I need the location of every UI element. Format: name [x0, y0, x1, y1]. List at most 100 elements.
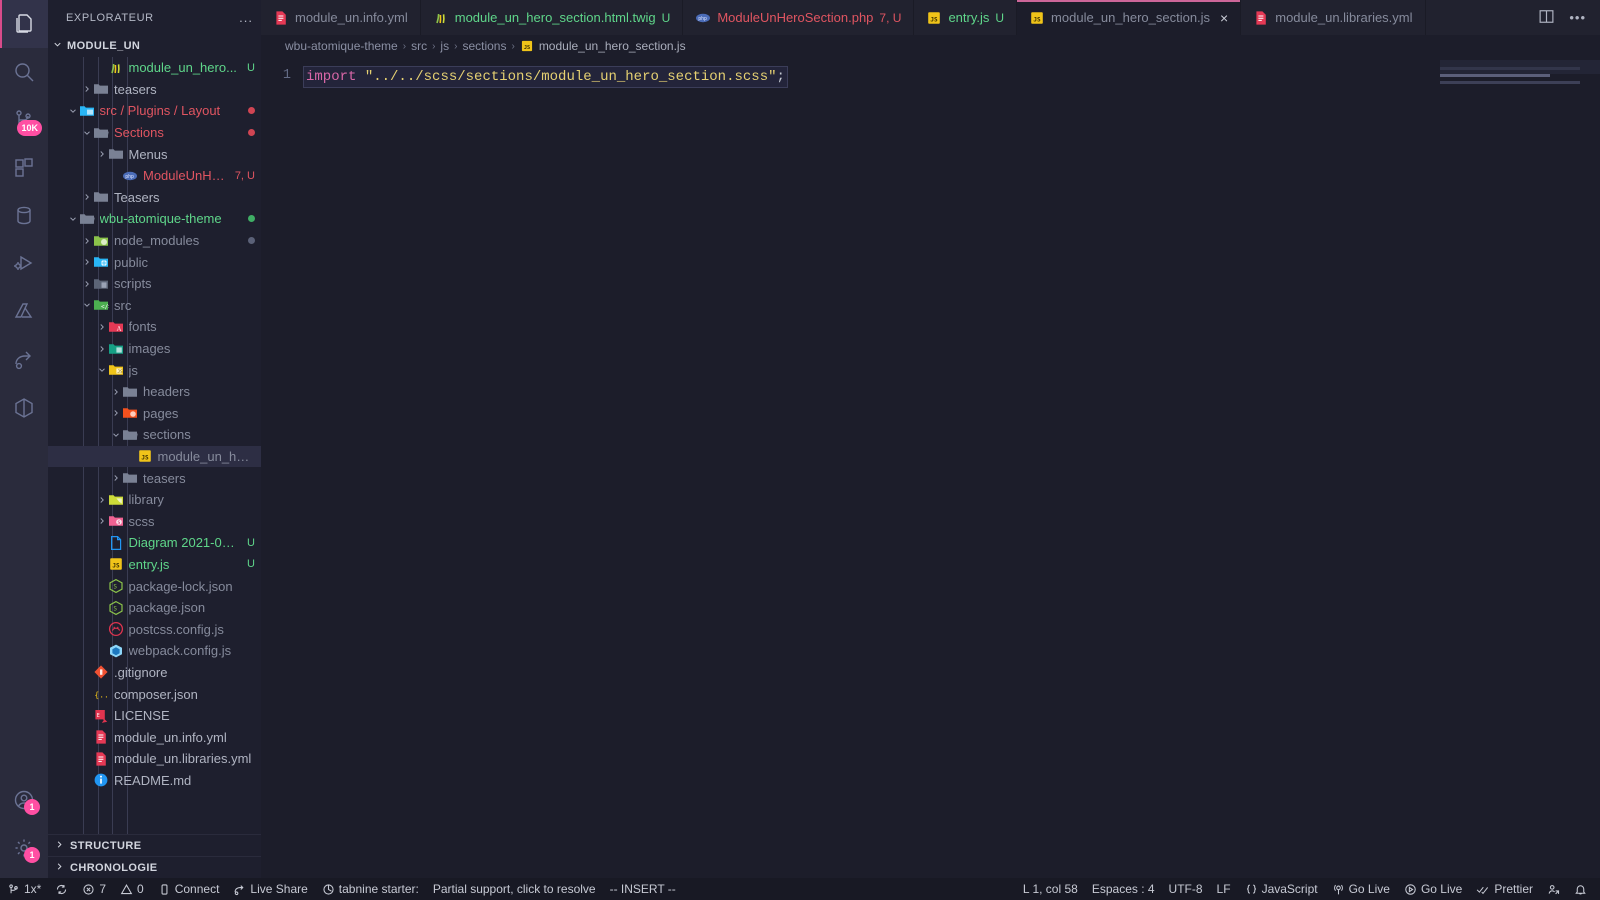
editor-tab[interactable]: JS entry.js U [914, 0, 1018, 35]
chevron-right-icon [96, 516, 108, 526]
tree-file-row[interactable]: postcss.config.js [48, 618, 261, 640]
editor-tab[interactable]: module_un.info.yml [261, 0, 421, 35]
status-branch[interactable]: 1x* [0, 878, 48, 900]
sync-icon [55, 883, 68, 896]
tree-file-row[interactable]: .gitignore [48, 662, 261, 684]
editor-content[interactable]: 1 import "../../scss/sections/module_un_… [261, 57, 1600, 878]
status-go-live-2[interactable]: Go Live [1397, 878, 1469, 900]
breadcrumb[interactable]: wbu-atomique-theme › src › js › sections › JS mod… [261, 35, 1600, 57]
tree-folder-row[interactable]: scripts [48, 273, 261, 295]
code-content[interactable]: import "../../scss/sections/module_un_he… [303, 57, 1440, 878]
settings-gear-icon[interactable]: 1 [0, 824, 48, 872]
extensions-icon[interactable] [0, 144, 48, 192]
tree-folder-row[interactable]: Sections [48, 122, 261, 144]
code-line-1[interactable]: import "../../scss/sections/module_un_he… [303, 66, 788, 88]
explorer-icon[interactable] [0, 0, 48, 48]
status-live-share[interactable]: Live Share [226, 878, 314, 900]
status-cursor-position[interactable]: L 1, col 58 [1016, 878, 1085, 900]
tree-folder-row[interactable]: Afonts [48, 316, 261, 338]
minimap[interactable] [1440, 57, 1600, 878]
folder-open-icon [122, 427, 138, 443]
search-icon[interactable] [0, 48, 48, 96]
tree-file-row[interactable]: README.md [48, 770, 261, 792]
account-icon[interactable]: 1 [0, 776, 48, 824]
tree-folder-row[interactable]: pages [48, 403, 261, 425]
file-tree[interactable]: module_un_hero... Uteasers src / Plugins /… [48, 57, 261, 834]
share-icon[interactable] [0, 336, 48, 384]
tree-folder-row[interactable]: </> src [48, 295, 261, 317]
sidebar-more-actions-icon[interactable]: ... [239, 10, 253, 25]
editor-tab[interactable]: php ModuleUnHeroSection.php 7, U [683, 0, 915, 35]
status-bar-left: 1x* 7 0 Connect Live Share tabnine starter: Pa… [0, 878, 683, 900]
tree-folder-row[interactable]: wbu-atomique-theme [48, 208, 261, 230]
tree-folder-row[interactable]: src / Plugins / Layout [48, 100, 261, 122]
tree-file-row[interactable]: module_un_hero... U [48, 57, 261, 79]
remote-explorer-icon[interactable] [0, 384, 48, 432]
status-sync[interactable] [48, 878, 75, 900]
tree-item-label: postcss.config.js [128, 621, 224, 637]
status-indentation[interactable]: Espaces : 4 [1085, 878, 1162, 900]
breadcrumb-item[interactable]: wbu-atomique-theme [285, 39, 398, 53]
more-actions-icon[interactable]: ••• [1569, 10, 1586, 25]
tree-folder-row[interactable]: sections [48, 424, 261, 446]
editor-tab[interactable]: module_un.libraries.yml [1241, 0, 1426, 35]
editor-tab[interactable]: module_un_hero_section.html.twig U [420, 0, 684, 35]
status-warnings[interactable]: 0 [113, 878, 151, 900]
tree-file-row[interactable]: JS module_un_hero_s... [48, 445, 261, 468]
status-vim-mode[interactable]: -- INSERT -- [603, 878, 683, 900]
close-icon[interactable]: × [1220, 11, 1228, 25]
source-control-icon[interactable]: 10K [0, 96, 48, 144]
status-encoding[interactable]: UTF-8 [1162, 878, 1210, 900]
tree-file-row[interactable]: JS entry.js U [48, 554, 261, 576]
tree-file-row[interactable]: Diagram 2021-04-... U [48, 532, 261, 554]
tree-file-row[interactable]: module_un.libraries.yml [48, 748, 261, 770]
breadcrumb-item[interactable]: sections [462, 39, 506, 53]
tree-folder-row[interactable]: public [48, 251, 261, 273]
tree-item-label: headers [143, 384, 190, 400]
live-share-icon [233, 883, 246, 896]
tree-folder-row[interactable]: library [48, 489, 261, 511]
tree-file-row[interactable]: module_un.info.yml [48, 726, 261, 748]
tree-file-row[interactable]: Spackage.json [48, 597, 261, 619]
status-notifications[interactable] [1567, 878, 1594, 900]
breadcrumb-item[interactable]: js [440, 39, 449, 53]
tree-file-row[interactable]: {..} composer.json [48, 683, 261, 705]
tree-folder-row[interactable]: images [48, 338, 261, 360]
tree-folder-row[interactable]: Sscss [48, 510, 261, 532]
folder-node-icon [93, 233, 109, 249]
tree-folder-row[interactable]: Menus [48, 143, 261, 165]
split-editor-icon[interactable] [1538, 8, 1555, 28]
status-errors[interactable]: 7 [75, 878, 113, 900]
tree-file-row[interactable]: webpack.config.js [48, 640, 261, 662]
run-debug-icon[interactable] [0, 240, 48, 288]
status-language-mode[interactable]: JavaScript [1238, 878, 1325, 900]
folder-public-icon [93, 254, 109, 270]
tree-folder-row[interactable]: headers [48, 381, 261, 403]
status-prettier[interactable]: Prettier [1469, 878, 1540, 900]
tree-file-row[interactable]: Spackage-lock.json [48, 575, 261, 597]
tree-file-row[interactable]: php ModuleUnHero... 7, U [48, 165, 261, 187]
status-remote-connect[interactable]: Connect [151, 878, 227, 900]
status-tabnine-status[interactable]: Partial support, click to resolve [426, 878, 603, 900]
breadcrumb-current-file[interactable]: JS module_un_hero_section.js [520, 39, 686, 53]
panel-structure[interactable]: STRUCTURE [48, 834, 261, 856]
panel-timeline[interactable]: CHRONOLOGIE [48, 856, 261, 878]
svg-text:JS: JS [524, 45, 530, 51]
tree-folder-row[interactable]: teasers [48, 467, 261, 489]
tree-file-row[interactable]: E LICENSE [48, 705, 261, 727]
status-feedback[interactable] [1540, 878, 1567, 900]
azure-icon[interactable] [0, 288, 48, 336]
tree-folder-row[interactable]: teasers [48, 79, 261, 101]
tree-folder-row[interactable]: Teasers [48, 187, 261, 209]
explorer-section-header[interactable]: MODULE_UN [48, 35, 261, 57]
svg-text:JS: JS [931, 16, 939, 23]
status-tabnine[interactable]: tabnine starter: [315, 878, 426, 900]
status-eol[interactable]: LF [1210, 878, 1238, 900]
breadcrumb-item[interactable]: src [411, 39, 427, 53]
editor-tab[interactable]: JS module_un_hero_section.js × [1017, 0, 1242, 35]
status-go-live-1[interactable]: Go Live [1325, 878, 1397, 900]
database-icon[interactable] [0, 192, 48, 240]
tree-folder-row[interactable]: JS js [48, 359, 261, 381]
status-bar: 1x* 7 0 Connect Live Share tabnine starter: Pa… [0, 878, 1600, 900]
tree-folder-row[interactable]: node_modules [48, 230, 261, 252]
